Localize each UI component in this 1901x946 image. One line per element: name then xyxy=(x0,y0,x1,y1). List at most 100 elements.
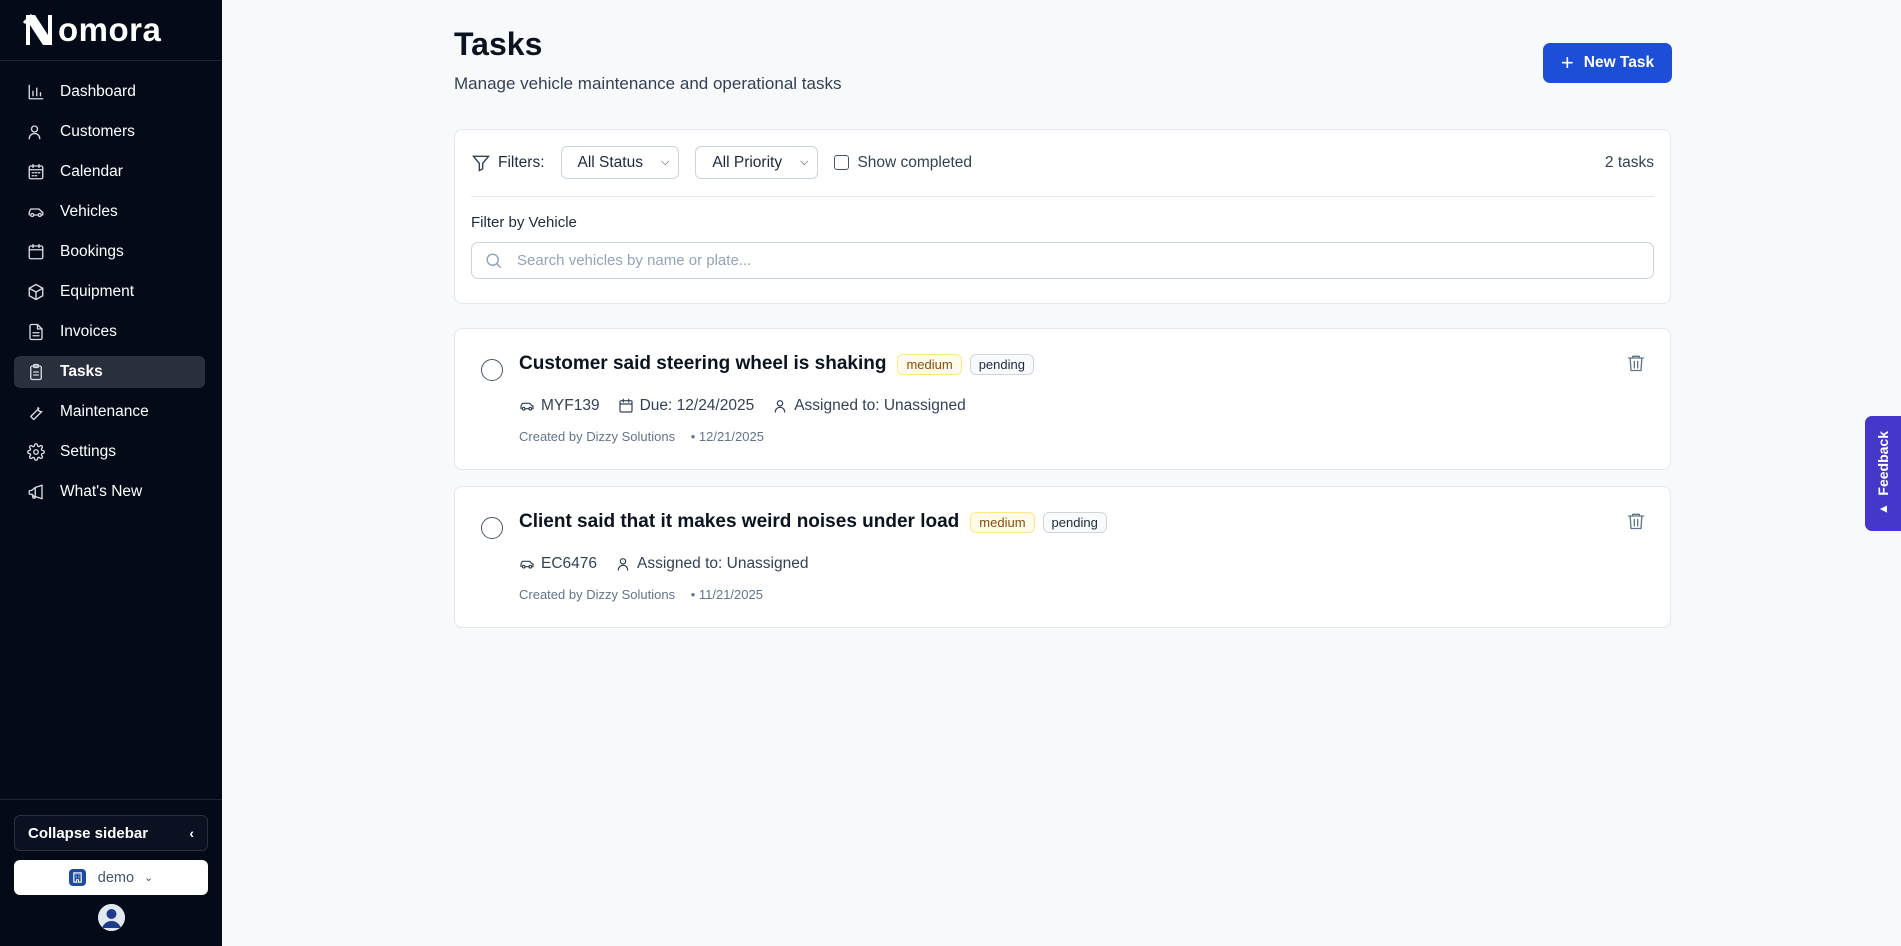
sidebar-item-label: Bookings xyxy=(60,243,124,260)
sidebar-item-label: Vehicles xyxy=(60,203,118,220)
filter-by-vehicle-label: Filter by Vehicle xyxy=(471,214,577,231)
car-icon xyxy=(26,202,46,222)
show-completed-checkbox[interactable] xyxy=(834,155,850,170)
feedback-label: Feedback xyxy=(1875,431,1891,496)
sidebar-item-label: Calendar xyxy=(60,163,123,180)
page-title: Tasks xyxy=(454,26,543,62)
sidebar-item-label: Invoices xyxy=(60,323,117,340)
user-icon xyxy=(774,400,786,413)
sidebar-item-invoices[interactable]: Invoices xyxy=(14,316,205,348)
task-created-by: Created by Dizzy Solutions xyxy=(519,587,676,602)
task-assignee: Assigned to: Unassigned xyxy=(615,555,808,573)
logo-mark-icon xyxy=(22,13,52,45)
new-task-button[interactable]: + New Task xyxy=(1543,43,1672,83)
sidebar-item-equipment[interactable]: Equipment xyxy=(14,276,205,308)
brand-name: omora xyxy=(58,11,162,48)
task-vehicle: EC6476 xyxy=(519,555,597,573)
collapse-sidebar-label: Collapse sidebar xyxy=(28,824,149,842)
filters-label-text: Filters: xyxy=(498,153,545,171)
user-icon xyxy=(617,558,629,571)
task-title[interactable]: Client said that it makes weird noises u… xyxy=(519,511,959,533)
task-title-row: Client said that it makes weird noises u… xyxy=(519,511,1115,533)
calendar-grid-icon xyxy=(26,162,46,182)
task-complete-toggle[interactable] xyxy=(481,359,503,381)
avatar[interactable] xyxy=(97,904,125,931)
sidebar-item-label: What's New xyxy=(60,483,143,500)
sidebar-footer: Collapse sidebar ‹ demo ⌄ xyxy=(0,799,222,946)
org-switcher[interactable]: demo ⌄ xyxy=(14,860,208,895)
task-title[interactable]: Customer said steering wheel is shaking xyxy=(519,353,886,375)
status-select-value: All Status xyxy=(577,153,643,171)
task-assignee-text: Assigned to: Unassigned xyxy=(637,555,809,572)
org-name: demo xyxy=(97,869,135,886)
divider xyxy=(471,196,1654,197)
trash-icon xyxy=(1627,513,1645,530)
calendar-icon xyxy=(618,398,633,413)
sidebar-item-label: Dashboard xyxy=(60,83,136,100)
collapse-sidebar-button[interactable]: Collapse sidebar ‹ xyxy=(14,815,208,851)
sidebar-item-bookings[interactable]: Bookings xyxy=(14,236,205,268)
filter-icon xyxy=(471,155,491,172)
sidebar-item-label: Settings xyxy=(60,443,117,460)
page-subtitle: Manage vehicle maintenance and operation… xyxy=(454,74,842,93)
task-count: 2 tasks xyxy=(1604,153,1654,171)
priority-select[interactable]: All Priority ⌵ xyxy=(695,146,819,179)
task-created-by: Created by Dizzy Solutions xyxy=(519,429,676,444)
sidebar-item-calendar[interactable]: Calendar xyxy=(14,156,205,188)
task-meta: EC6476 Assigned to: Unassigned xyxy=(519,555,826,573)
task-created-date: • 12/21/2025 xyxy=(690,429,764,444)
task-meta: MYF139 Due: 12/24/2025 Assigned to: Unas… xyxy=(519,397,984,415)
sidebar-item-tasks[interactable]: Tasks xyxy=(14,356,205,388)
chevron-down-icon: ⌄ xyxy=(144,872,154,884)
priority-badge: medium xyxy=(970,511,1035,533)
building-icon xyxy=(68,869,86,886)
sidebar-item-vehicles[interactable]: Vehicles xyxy=(14,196,205,228)
sidebar-item-label: Equipment xyxy=(60,283,135,300)
chevron-down-icon: ⌵ xyxy=(660,156,670,168)
file-icon xyxy=(26,322,46,342)
delete-task-button[interactable] xyxy=(1626,353,1646,373)
bar-chart-icon xyxy=(26,82,46,102)
sidebar-item-maintenance[interactable]: Maintenance xyxy=(14,396,205,428)
task-assignee: Assigned to: Unassigned xyxy=(772,397,966,415)
task-assignee-text: Assigned to: Unassigned xyxy=(794,397,966,414)
task-created-date: • 11/21/2025 xyxy=(690,587,763,602)
chevron-down-icon: ⌵ xyxy=(800,156,809,168)
chevron-left-icon: ‹ xyxy=(189,825,194,841)
vehicle-search-placeholder: Search vehicles by name or plate... xyxy=(517,252,752,269)
feedback-tab[interactable]: Feedback ▲ xyxy=(1865,416,1901,531)
search-icon xyxy=(486,253,502,269)
task-title-row: Customer said steering wheel is shaking … xyxy=(519,353,1042,375)
main-content: Tasks Manage vehicle maintenance and ope… xyxy=(222,0,1901,946)
delete-task-button[interactable] xyxy=(1626,511,1646,531)
sidebar-item-label: Customers xyxy=(60,123,135,140)
task-complete-toggle[interactable] xyxy=(481,517,503,539)
priority-badge: medium xyxy=(897,353,962,375)
status-select[interactable]: All Status ⌵ xyxy=(560,146,680,179)
task-card: Customer said steering wheel is shaking … xyxy=(454,328,1671,470)
car-icon xyxy=(520,402,534,411)
filters-label: Filters: xyxy=(471,153,545,173)
new-task-label: New Task xyxy=(1583,54,1655,71)
sidebar-item-dashboard[interactable]: Dashboard xyxy=(14,76,205,108)
filter-panel: Filters: All Status ⌵ All Priority ⌵ Sho… xyxy=(454,129,1671,304)
task-due-date: Due: 12/24/2025 xyxy=(618,397,754,415)
send-icon: ▲ xyxy=(1875,502,1890,515)
show-completed-label: Show completed xyxy=(857,153,973,171)
priority-select-value: All Priority xyxy=(712,153,783,171)
calendar-icon xyxy=(26,242,46,262)
sidebar-item-label: Maintenance xyxy=(60,403,149,420)
plus-icon: + xyxy=(1560,50,1574,75)
task-created: Created by Dizzy Solutions • 11/21/2025 xyxy=(519,587,763,602)
sidebar-item-whats-new[interactable]: What's New xyxy=(14,476,205,508)
sidebar-item-customers[interactable]: Customers xyxy=(14,116,205,148)
vehicle-search-input[interactable]: Search vehicles by name or plate... xyxy=(471,242,1654,279)
gear-icon xyxy=(26,442,46,462)
logo[interactable]: omora xyxy=(0,0,222,61)
show-completed-toggle[interactable]: Show completed xyxy=(834,154,972,172)
user-avatar-icon xyxy=(97,904,125,931)
sidebar-item-settings[interactable]: Settings xyxy=(14,436,205,468)
task-card: Client said that it makes weird noises u… xyxy=(454,486,1671,628)
sidebar: omora Dashboard Customers Calendar Vehic… xyxy=(0,0,222,946)
sidebar-item-label: Tasks xyxy=(60,363,103,380)
